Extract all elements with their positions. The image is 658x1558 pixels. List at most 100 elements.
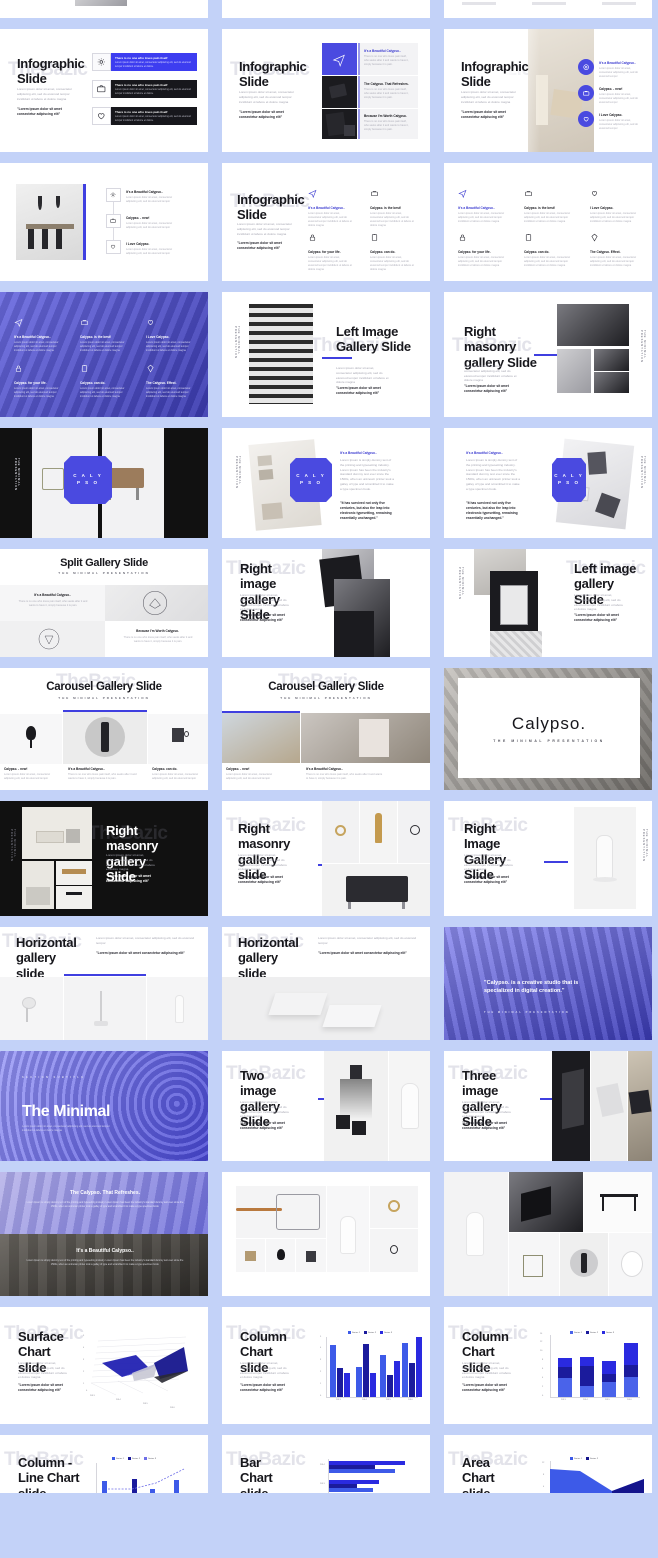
slide-thumb-13[interactable]: Split Gallery Slide THE MINIMAL PRESENTA… (0, 549, 208, 657)
slide-thumb-12[interactable]: It's a Beautiful Calypso.. Lorem Ipsum i… (444, 428, 652, 538)
slide-thumb-8[interactable]: TheBazic THE MINIMAL PRESENTATION Left I… (222, 292, 430, 417)
image-placeholder (509, 1172, 583, 1232)
text-placeholder (532, 2, 566, 5)
slide-thumb-top-2[interactable] (222, 0, 430, 18)
slide-thumb-34[interactable]: TheBazic Column - Line Chart slide Serie… (0, 1435, 208, 1493)
slide-thumb-36[interactable]: TheBazic Area Chart slide Series 1 Serie… (444, 1435, 652, 1493)
slide-thumb-24[interactable]: "Calypso. is a creative studio that is s… (444, 927, 652, 1040)
feature-heading: The Calypso. Effect. (590, 250, 621, 254)
feature-block-2: Calypso. is the best! Lorem ipsum dolor … (524, 185, 572, 224)
heart-icon (106, 240, 121, 254)
slide-thumb-31[interactable]: TheBazic Surface Chart slide Lorem ipsum… (0, 1307, 208, 1424)
slide-thumb-18[interactable]: Calypso. THE MINIMAL PRESENTATION (444, 668, 652, 790)
slide-thumb-3[interactable]: TheBazic Infographic Slide Lorem ipsum d… (444, 29, 652, 152)
slide-thumb-25[interactable]: SECTION SUBTITLE The Minimal Lorem ipsum… (0, 1051, 208, 1161)
row-spacer (0, 1161, 658, 1172)
thumbnail-row-12: TheBazic Column - Line Chart slide Serie… (0, 1435, 658, 1493)
slide-thumb-21[interactable]: TheBazic Right Image Gallery Slide Lorem… (444, 801, 652, 916)
grid-edge (652, 1435, 658, 1493)
paper-plane-icon (458, 189, 467, 199)
carousel-item-1[interactable] (0, 714, 62, 764)
slide-thumb-top-3[interactable] (444, 0, 652, 18)
carousel-body-1: Lorem ipsum dolor sit amet, consectetur … (4, 773, 51, 781)
slide-thumb-29[interactable] (222, 1172, 430, 1296)
slide-thumb-22[interactable]: TheBazic Horizontal gallery slide Lorem … (0, 927, 208, 1040)
slide-thumb-14[interactable]: TheBazic Right image gallery Slide Lorem… (222, 549, 430, 657)
feature-heading: Calypso. - new! (599, 87, 623, 91)
slide-thumb-11[interactable]: THE MINIMAL PRESENTATION C A L YP S O It… (222, 428, 430, 538)
carousel-body-1: Lorem ipsum dolor sit amet, consectetur … (226, 773, 273, 781)
slide-thumb-20[interactable]: TheBazic Right masonry gallery slide Lor… (222, 801, 430, 916)
image-placeholder (574, 807, 636, 909)
slide-thumb-7[interactable]: It's a Beautiful Calypso.. Lorem ipsum d… (0, 292, 208, 417)
carousel-caption-2: It's a Beautiful Calypso.. (306, 767, 343, 771)
slide-thumb-32[interactable]: TheBazic Column Chart slide Lorem ipsum … (222, 1307, 430, 1424)
image-placeholder (56, 861, 92, 885)
grid-gutter (430, 29, 444, 152)
x-tick: 2015 (386, 1399, 391, 1401)
info-panel-1: It's a Beautiful Calypso.. There is no o… (360, 43, 418, 75)
slide-thumb-4[interactable]: It's a Beautiful Calypso.. Lorem ipsum d… (0, 163, 208, 281)
carousel-item-1[interactable] (222, 713, 300, 763)
vertical-label: THE MINIMAL PRESENTATION (234, 326, 240, 360)
x-tick: 2013 (90, 1395, 95, 1397)
slide-thumb-27[interactable]: TheBazic Three image gallery Slide Lorem… (444, 1051, 652, 1161)
slide-thumb-26[interactable]: TheBazic Two image gallery Slide Lorem i… (222, 1051, 430, 1161)
slide-thumb-19[interactable]: TheBazic THE MINIMAL PRESENTATION Right … (0, 801, 208, 916)
connector (113, 228, 114, 240)
image-placeholder (560, 1233, 608, 1296)
slide-quote: "Lorem ipsum dolor sit amet consectetur … (461, 110, 506, 119)
slide-thumb-30[interactable] (444, 1172, 652, 1296)
slide-body: Lorem ipsum dolor sit amet, consectetur … (239, 90, 295, 104)
grid-gutter (208, 549, 222, 657)
photo-texture (0, 292, 208, 417)
slide-thumb-5[interactable]: TheBazic Infographic Slide Lorem ipsum d… (222, 163, 430, 281)
slide-thumb-23[interactable]: TheBazic Horizontal gallery slide Lorem … (222, 927, 430, 1040)
image-placeholder (322, 864, 430, 916)
feature-block-4: Calypso. for your life. Lorem ipsum dolo… (458, 229, 506, 268)
slide-thumb-15[interactable]: TheBazic THE MINIMAL PRESENTATION Left i… (444, 549, 652, 657)
slide-body: Lorem ipsum dolor sit amet, consectetur … (461, 90, 517, 104)
image-placeholder (322, 801, 359, 863)
slide-thumb-10[interactable]: THE MINIMAL PRESENTATION C A L YP S O (0, 428, 208, 538)
feature-body: Lorem ipsum dolor sit amet, consectetur … (458, 212, 505, 224)
slide-thumb-33[interactable]: TheBazic Column Chart slide Lorem ipsum … (444, 1307, 652, 1424)
image-placeholder-dark (322, 76, 357, 108)
carousel-item-3[interactable] (148, 714, 208, 764)
vertical-label: THE MINIMAL PRESENTATION (640, 456, 646, 490)
slide-title: Right masonry gallery slide (238, 821, 291, 882)
feature-body: There is no one who loves pain itself, w… (123, 636, 193, 644)
slide-thumb-6[interactable]: It's a Beautiful Calypso.. Lorem ipsum d… (444, 163, 652, 281)
slide-thumb-35[interactable]: TheBazic Bar Chart slide 2014 2013 (222, 1435, 430, 1493)
carousel-item-2[interactable] (63, 712, 147, 764)
feature-body: Lorem ipsum dolor sit amet, consectetur … (126, 222, 173, 230)
legend-item: Series 1 (116, 1458, 125, 1461)
slide-thumb-2[interactable]: TheBazic Infographic Slide Lorem ipsum d… (222, 29, 430, 152)
slide-title: Horizontal gallery slide (238, 935, 299, 981)
image-placeholder (594, 372, 629, 393)
slide-thumb-9[interactable]: TheBazic Right masonry gallery Slide Lor… (444, 292, 652, 417)
gear-icon (106, 188, 121, 202)
carousel-item-2[interactable] (301, 713, 430, 763)
feature-block-1: It's a Beautiful Calypso.. Lorem ipsum d… (599, 61, 643, 79)
image-placeholder (56, 886, 92, 909)
slide-thumb-1[interactable]: TheBazic Infographic Slide Lorem ipsum d… (0, 29, 208, 152)
slide-thumb-16[interactable]: TheBazic Carousel Gallery Slide THE MINI… (0, 668, 208, 790)
clipboard-icon (81, 365, 88, 372)
thumbnail-row-10: The Calypso. That Refreshes. Lorem Ipsum… (0, 1172, 658, 1296)
x-tick: 2014 (116, 1399, 121, 1401)
grid-gutter (208, 163, 222, 281)
lock-icon (309, 234, 316, 241)
image-placeholder (557, 349, 591, 393)
image-placeholder (222, 977, 430, 1040)
slide-thumb-17[interactable]: TheBazic Carousel Gallery Slide THE MINI… (222, 668, 430, 790)
slide-body: Lorem ipsum dolor sit amet, consectetur … (462, 1361, 512, 1380)
slide-thumb-28[interactable]: The Calypso. That Refreshes. Lorem Ipsum… (0, 1172, 208, 1296)
chart-legend: Series 1 Series 2 (570, 1457, 598, 1460)
grid-gutter (208, 1051, 222, 1161)
legend-item: Series 1 (352, 1332, 361, 1335)
slide-thumb-top-1[interactable] (0, 0, 208, 18)
image-placeholder (327, 1186, 369, 1272)
grid-gutter (430, 1307, 444, 1424)
row-spacer (0, 657, 658, 668)
